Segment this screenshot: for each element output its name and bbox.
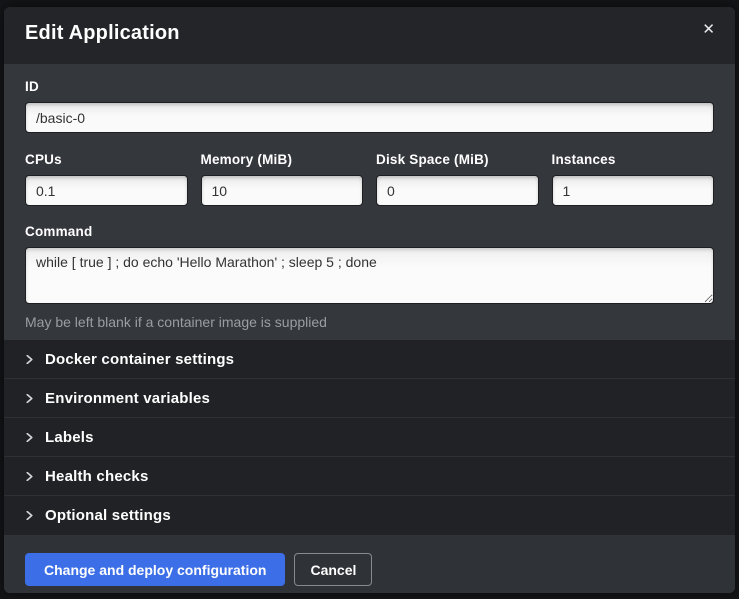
section-optional-settings[interactable]: Optional settings (4, 496, 735, 535)
cpus-input[interactable] (25, 175, 188, 206)
disk-field-group: Disk Space (MiB) (376, 152, 539, 206)
close-icon[interactable]: ✕ (698, 20, 719, 39)
section-label: Docker container settings (45, 351, 234, 368)
chevron-right-icon (25, 472, 34, 481)
memory-field-group: Memory (MiB) (201, 152, 364, 206)
resources-row: CPUs Memory (MiB) Disk Space (MiB) Insta… (25, 152, 714, 206)
modal-title: Edit Application (25, 22, 714, 45)
command-field-group: Command May be left blank if a container… (25, 224, 714, 330)
command-textarea[interactable] (25, 247, 714, 304)
memory-label: Memory (MiB) (201, 152, 364, 167)
section-labels[interactable]: Labels (4, 418, 735, 457)
edit-application-modal: Edit Application ✕ ID CPUs Memory (MiB) … (4, 7, 735, 593)
change-and-deploy-button[interactable]: Change and deploy configuration (25, 553, 285, 586)
modal-header: Edit Application ✕ (4, 7, 735, 64)
chevron-right-icon (25, 355, 34, 364)
section-health-checks[interactable]: Health checks (4, 457, 735, 496)
memory-input[interactable] (201, 175, 364, 206)
instances-label: Instances (552, 152, 715, 167)
chevron-right-icon (25, 394, 34, 403)
instances-field-group: Instances (552, 152, 715, 206)
section-label: Environment variables (45, 390, 210, 407)
section-label: Health checks (45, 468, 148, 485)
instances-input[interactable] (552, 175, 715, 206)
chevron-right-icon (25, 511, 34, 520)
section-docker-container-settings[interactable]: Docker container settings (4, 340, 735, 379)
accordion-sections: Docker container settings Environment va… (4, 340, 735, 535)
id-field-group: ID (25, 79, 714, 133)
cpus-field-group: CPUs (25, 152, 188, 206)
section-label: Optional settings (45, 507, 171, 524)
cancel-button[interactable]: Cancel (294, 553, 372, 586)
chevron-right-icon (25, 433, 34, 442)
section-label: Labels (45, 429, 94, 446)
section-environment-variables[interactable]: Environment variables (4, 379, 735, 418)
disk-label: Disk Space (MiB) (376, 152, 539, 167)
command-help-text: May be left blank if a container image i… (25, 314, 714, 330)
cpus-label: CPUs (25, 152, 188, 167)
command-label: Command (25, 224, 714, 239)
application-form: ID CPUs Memory (MiB) Disk Space (MiB) In… (4, 64, 735, 340)
id-label: ID (25, 79, 714, 94)
id-input[interactable] (25, 102, 714, 133)
disk-input[interactable] (376, 175, 539, 206)
modal-footer: Change and deploy configuration Cancel (4, 535, 735, 593)
